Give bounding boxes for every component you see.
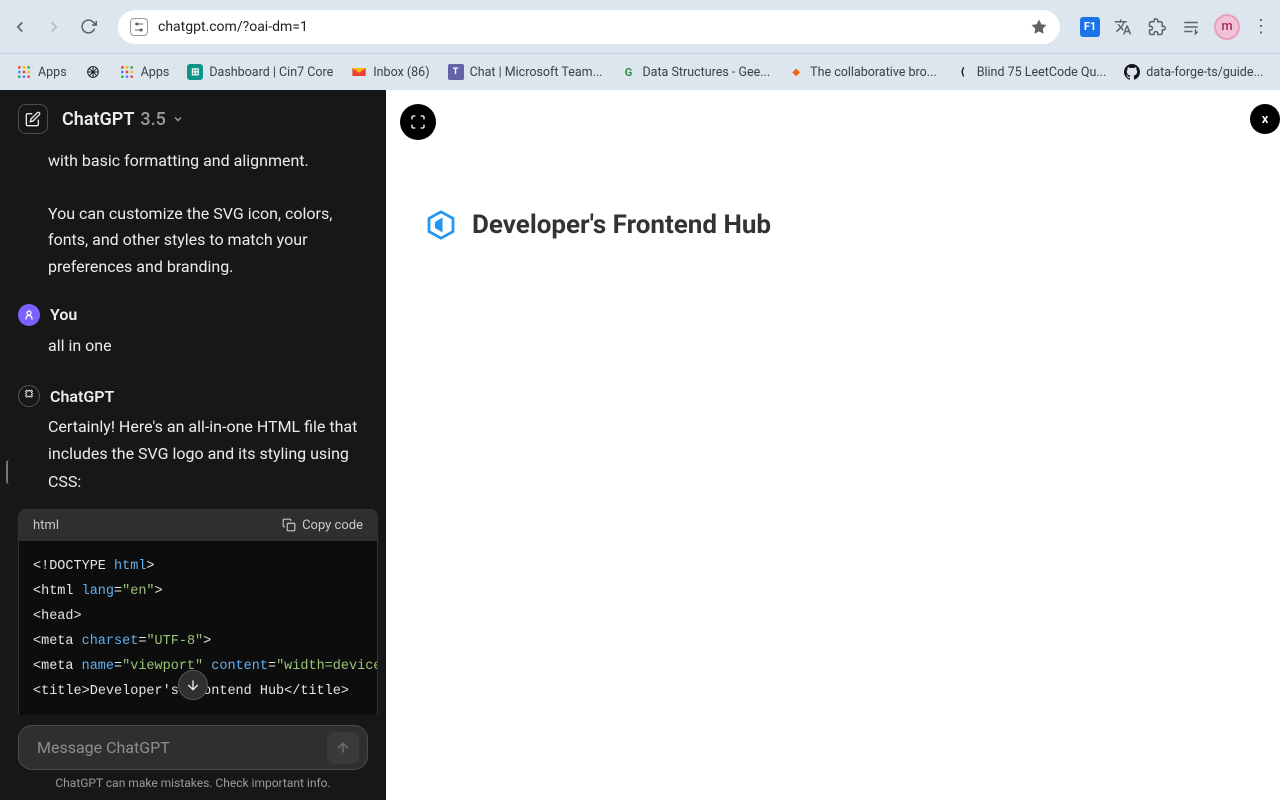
apps-grid-icon bbox=[16, 64, 32, 80]
bookmark-apps-1[interactable]: Apps bbox=[10, 60, 73, 84]
bookmarks-bar: Apps Apps ⊞ Dashboard | Cin7 Core Inbox … bbox=[0, 53, 1280, 90]
bookmark-label: Apps bbox=[141, 65, 170, 80]
chat-sidebar: ChatGPT 3.5 with basic formatting and al… bbox=[0, 90, 386, 800]
preview-title: Developer's Frontend Hub bbox=[472, 210, 771, 240]
extension-f1-icon[interactable]: F1 bbox=[1080, 17, 1100, 37]
site-settings-icon[interactable] bbox=[130, 18, 148, 36]
disclaimer-text: ChatGPT can make mistakes. Check importa… bbox=[18, 770, 368, 794]
bookmark-leetcode[interactable]: ⟨ Blind 75 LeetCode Qu... bbox=[949, 60, 1113, 84]
bookmark-star-icon[interactable] bbox=[1030, 18, 1048, 36]
chrome-menu-icon[interactable]: ⋮ bbox=[1252, 16, 1270, 37]
bookmark-github[interactable]: data-forge-ts/guide... bbox=[1118, 60, 1269, 84]
bookmark-label: Blind 75 LeetCode Qu... bbox=[977, 65, 1107, 80]
user-avatar-icon bbox=[18, 304, 40, 326]
extension-translate-icon[interactable] bbox=[1112, 16, 1134, 38]
hexagon-logo-icon bbox=[426, 210, 456, 240]
bookmark-replit[interactable]: ◆ The collaborative bro... bbox=[782, 60, 943, 84]
chat-scroll-area[interactable]: with basic formatting and alignment. You… bbox=[0, 148, 386, 715]
bookmark-teams[interactable]: T Chat | Microsoft Team... bbox=[442, 60, 609, 84]
apps-grid-icon bbox=[119, 64, 135, 80]
profile-avatar[interactable]: m bbox=[1214, 14, 1240, 40]
bot-author-label: ChatGPT bbox=[50, 387, 114, 406]
bookmark-label: data-forge-ts/guide... bbox=[1146, 65, 1263, 80]
url-text: chatgpt.com/?oai-dm=1 bbox=[158, 19, 1020, 35]
browser-toolbar: chatgpt.com/?oai-dm=1 F1 m ⋮ bbox=[0, 0, 1280, 53]
bookmark-openai[interactable] bbox=[79, 60, 107, 84]
chevron-down-icon bbox=[172, 113, 184, 125]
user-author-label: You bbox=[50, 305, 77, 324]
forward-button[interactable] bbox=[44, 17, 64, 37]
replit-icon: ◆ bbox=[788, 64, 804, 80]
bookmark-gfg[interactable]: G Data Structures - Gee... bbox=[614, 60, 776, 84]
bookmark-label: Chat | Microsoft Team... bbox=[470, 65, 603, 80]
cin7-icon: ⊞ bbox=[187, 64, 203, 80]
reading-list-icon[interactable] bbox=[1180, 16, 1202, 38]
copy-code-label: Copy code bbox=[302, 518, 363, 533]
openai-icon bbox=[85, 64, 101, 80]
reload-button[interactable] bbox=[78, 17, 98, 37]
back-button[interactable] bbox=[10, 17, 30, 37]
user-message-text: all in one bbox=[48, 332, 368, 359]
bookmark-gmail[interactable]: Inbox (86) bbox=[345, 60, 435, 84]
code-language-label: html bbox=[33, 518, 59, 533]
bookmark-cin7[interactable]: ⊞ Dashboard | Cin7 Core bbox=[181, 60, 339, 84]
teams-icon: T bbox=[448, 64, 464, 80]
close-preview-button[interactable]: x bbox=[1250, 104, 1280, 134]
bookmark-label: Data Structures - Gee... bbox=[642, 65, 770, 80]
model-selector[interactable]: ChatGPT 3.5 bbox=[62, 109, 184, 130]
assistant-text-fragment: with basic formatting and alignment. bbox=[48, 148, 368, 174]
preview-pane: x Developer's Frontend Hub bbox=[386, 90, 1280, 800]
bookmark-label: Inbox (86) bbox=[373, 65, 429, 80]
extensions-puzzle-icon[interactable] bbox=[1146, 16, 1168, 38]
model-name: ChatGPT bbox=[62, 109, 134, 130]
github-icon bbox=[1124, 64, 1140, 80]
address-bar[interactable]: chatgpt.com/?oai-dm=1 bbox=[118, 10, 1060, 44]
chatgpt-avatar-icon bbox=[18, 385, 40, 407]
scroll-to-bottom-button[interactable] bbox=[178, 670, 208, 700]
bookmark-label: Apps bbox=[38, 65, 67, 80]
message-input[interactable]: Message ChatGPT bbox=[18, 725, 368, 770]
bookmark-label: Dashboard | Cin7 Core bbox=[209, 65, 333, 80]
bot-message-text: Certainly! Here's an all-in-one HTML fil… bbox=[48, 413, 368, 495]
leetcode-icon: ⟨ bbox=[955, 64, 971, 80]
new-chat-button[interactable] bbox=[18, 104, 48, 134]
bookmark-apps-2[interactable]: Apps bbox=[113, 60, 176, 84]
model-version: 3.5 bbox=[140, 109, 165, 130]
fullscreen-button[interactable] bbox=[400, 104, 436, 140]
send-button[interactable] bbox=[327, 732, 359, 764]
bookmark-label: The collaborative bro... bbox=[810, 65, 937, 80]
assistant-text-paragraph: You can customize the SVG icon, colors, … bbox=[48, 201, 368, 280]
copy-code-button[interactable]: Copy code bbox=[282, 518, 363, 533]
gmail-icon bbox=[351, 64, 367, 80]
input-placeholder: Message ChatGPT bbox=[37, 738, 317, 757]
gfg-icon: G bbox=[620, 64, 636, 80]
